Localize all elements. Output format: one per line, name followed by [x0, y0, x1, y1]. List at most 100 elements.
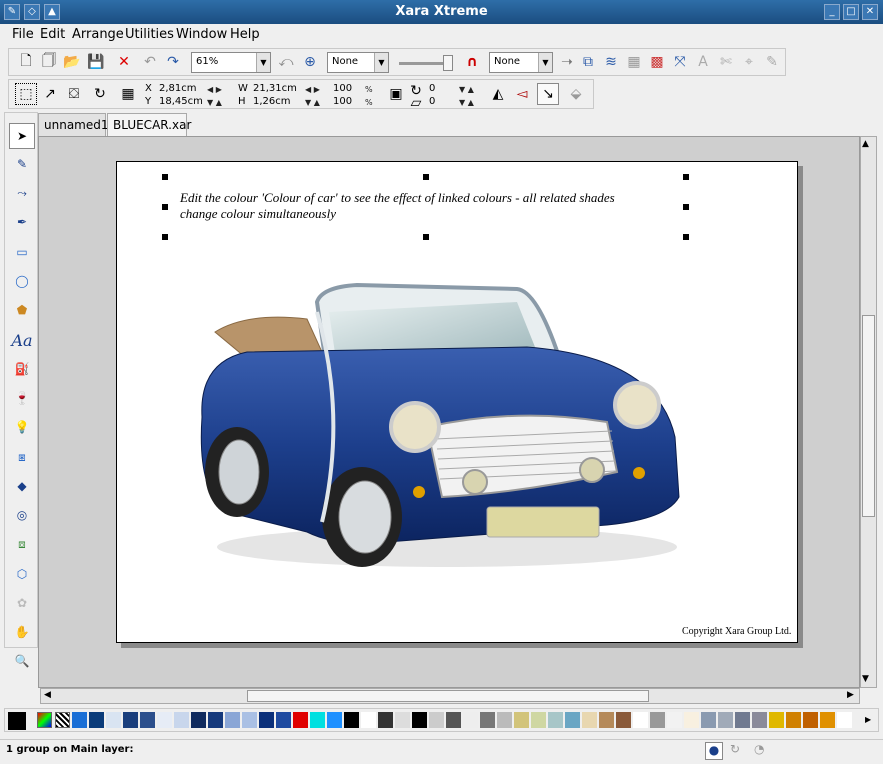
scroll-right-icon[interactable]: ▶	[865, 715, 871, 724]
palette-swatch[interactable]	[650, 712, 665, 728]
palette-swatch[interactable]	[225, 712, 240, 728]
transform-icon[interactable]: ⤧	[669, 51, 691, 73]
push-tool-icon[interactable]: ✋	[9, 619, 35, 645]
no-colour-swatch[interactable]	[55, 712, 70, 728]
h-spin-icon[interactable]: ▼ ▲	[305, 98, 320, 107]
percent-icon[interactable]: %	[365, 98, 373, 107]
paint-bucket-icon[interactable]: ⛋	[63, 83, 85, 105]
y-spin-icon[interactable]: ▼ ▲	[207, 98, 222, 107]
w-spin-icon[interactable]: ◀ ▶	[305, 85, 320, 94]
save-icon[interactable]: 💾	[85, 51, 107, 73]
palette-swatch[interactable]	[701, 712, 716, 728]
bring-forward-icon[interactable]: ⧉	[577, 51, 599, 73]
palette-swatch[interactable]	[106, 712, 121, 728]
selection-handle[interactable]	[683, 204, 689, 210]
skew-spin-icon[interactable]: ▼ ▲	[459, 98, 474, 107]
refresh-icon[interactable]: ↻	[730, 742, 740, 756]
caption-text[interactable]: Edit the colour 'Colour of car' to see t…	[180, 190, 680, 222]
selector-tool-icon[interactable]: ➤	[9, 123, 35, 149]
palette-swatch[interactable]	[786, 712, 801, 728]
palette-swatch[interactable]	[429, 712, 444, 728]
arrow-right-icon[interactable]: ➝	[556, 51, 578, 73]
document-page[interactable]: Edit the colour 'Colour of car' to see t…	[116, 161, 798, 643]
layers-icon[interactable]: ≋	[600, 51, 622, 73]
chevron-down-icon[interactable]: ▼	[256, 53, 270, 72]
zoom-combo[interactable]: 61% ▼	[191, 52, 271, 73]
palette-swatch[interactable]	[582, 712, 597, 728]
x-spin-icon[interactable]: ◀ ▶	[207, 85, 222, 94]
blend-tool-icon[interactable]: ◎	[9, 502, 35, 528]
y-field[interactable]: 18,45cm	[159, 96, 203, 107]
vertical-scrollbar[interactable]: ▲ ▼	[860, 136, 877, 688]
palette-swatch[interactable]	[293, 712, 308, 728]
palette-swatch[interactable]	[463, 712, 478, 728]
palette-swatch[interactable]	[684, 712, 699, 728]
palette-swatch[interactable]	[599, 712, 614, 728]
palette-swatch[interactable]	[361, 712, 376, 728]
feather-slider-handle[interactable]	[443, 55, 453, 71]
palette-swatch[interactable]	[837, 712, 852, 728]
horizontal-scroll-thumb[interactable]	[247, 690, 649, 702]
w-field[interactable]: 21,31cm	[253, 83, 297, 94]
palette-swatch[interactable]	[310, 712, 325, 728]
palette-swatch[interactable]	[191, 712, 206, 728]
blend-combo[interactable]: None ▼	[489, 52, 553, 73]
transparency-tool-icon[interactable]: 🍷	[9, 385, 35, 411]
ellipse-tool-icon[interactable]: ◯	[9, 268, 35, 294]
palette-swatch[interactable]	[820, 712, 835, 728]
palette-swatch[interactable]	[208, 712, 223, 728]
scroll-left-icon[interactable]: ◀	[44, 690, 51, 700]
palette-swatch[interactable]	[378, 712, 393, 728]
menu-arrange[interactable]: Arrange	[72, 27, 124, 42]
palette-swatch[interactable]	[514, 712, 529, 728]
h-field[interactable]: 1,26cm	[253, 96, 291, 107]
magnet-icon[interactable]: ∩	[461, 51, 483, 73]
palette-swatch[interactable]	[633, 712, 648, 728]
selection-handle[interactable]	[162, 234, 168, 240]
live-effects-tool-icon[interactable]: ✿	[9, 590, 35, 616]
chevron-down-icon[interactable]: ▼	[538, 53, 552, 72]
palette-swatch[interactable]	[395, 712, 410, 728]
horizontal-scrollbar[interactable]: ◀ ▶	[40, 688, 860, 704]
fill-tool-icon[interactable]: ⛽	[9, 356, 35, 382]
palette-swatch[interactable]	[259, 712, 274, 728]
palette-swatch[interactable]	[140, 712, 155, 728]
selection-handle[interactable]	[683, 174, 689, 180]
palette-swatch[interactable]	[123, 712, 138, 728]
selection-handle[interactable]	[162, 174, 168, 180]
blue-car-drawing[interactable]	[187, 257, 687, 577]
rotation-icon[interactable]: ↻	[89, 83, 111, 105]
minimize-button[interactable]: _	[824, 4, 840, 20]
snap-icon[interactable]: ●	[705, 742, 723, 760]
tab-unnamed1[interactable]: unnamed1	[38, 113, 109, 137]
palette-swatch[interactable]	[72, 712, 87, 728]
scale-w-field[interactable]: 100	[333, 83, 352, 94]
scroll-up-icon[interactable]: ▲	[862, 139, 869, 149]
palette-swatch[interactable]	[735, 712, 750, 728]
palette-swatch[interactable]	[242, 712, 257, 728]
palette-swatch[interactable]	[344, 712, 359, 728]
zoom-tool-icon[interactable]: 🔍	[9, 648, 35, 674]
transform-lines-icon[interactable]: ↘	[537, 83, 559, 105]
text-tool-disabled-icon[interactable]: A	[692, 51, 714, 73]
new-template-icon[interactable]: 🗍	[38, 51, 60, 73]
palette-swatch[interactable]	[718, 712, 733, 728]
palette-swatch[interactable]	[752, 712, 767, 728]
scale-h-field[interactable]: 100	[333, 96, 352, 107]
feather-combo[interactable]: None ▼	[327, 52, 389, 73]
scroll-down-icon[interactable]: ▼	[862, 674, 869, 684]
palette-swatch[interactable]	[803, 712, 818, 728]
lock-aspect-icon[interactable]: ▣	[385, 83, 407, 105]
vertical-scroll-thumb[interactable]	[862, 315, 875, 517]
pen-tool-icon[interactable]: ✒	[9, 209, 35, 235]
shadow-tool-icon[interactable]: 💡	[9, 414, 35, 440]
rotate-handle-icon[interactable]: ↗	[39, 83, 61, 105]
palette-swatch[interactable]	[565, 712, 580, 728]
new-document-icon[interactable]: 🗋	[15, 51, 37, 73]
colour-picker-icon[interactable]	[37, 712, 52, 728]
envelope-tool-icon[interactable]: ⬡	[9, 561, 35, 587]
open-folder-icon[interactable]: 📂	[61, 51, 83, 73]
quickshape-tool-icon[interactable]: ⬟	[9, 297, 35, 323]
skew-field[interactable]: 0	[429, 96, 435, 107]
menu-edit[interactable]: Edit	[40, 27, 65, 42]
